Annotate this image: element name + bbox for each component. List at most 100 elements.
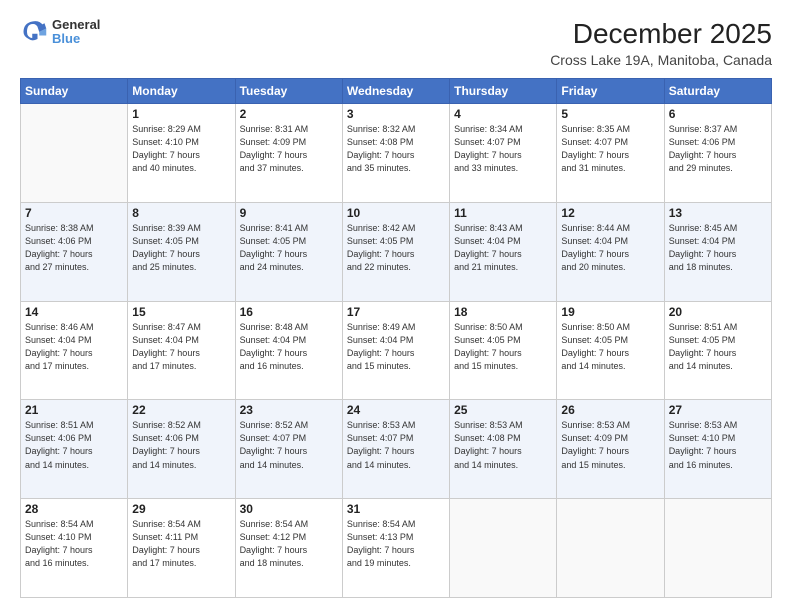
day-number: 28 (25, 502, 123, 516)
calendar-cell: 4Sunrise: 8:34 AM Sunset: 4:07 PM Daylig… (450, 104, 557, 203)
calendar-cell: 28 Sunrise: 8:54 AM Sunset: 4:10 PM Dayli… (21, 499, 128, 598)
calendar-body: 1 Sunrise: 8:29 AM Sunset: 4:10 PM Daylig… (21, 104, 772, 598)
day-info: Sunrise: 8:49 AM Sunset: 4:04 PM Dayligh… (347, 321, 445, 373)
col-header-wednesday: Wednesday (342, 79, 449, 104)
day-number: 26 (561, 403, 659, 417)
day-number: 19 (561, 305, 659, 319)
calendar-cell: 15 Sunrise: 8:47 AM Sunset: 4:04 PM Dayli… (128, 301, 235, 400)
calendar-cell: 24 Sunrise: 8:53 AM Sunset: 4:07 PM Dayli… (342, 400, 449, 499)
day-info: Sunrise: 8:41 AM Sunset: 4:05 PM Dayligh… (240, 222, 338, 274)
week-row-1: 7 Sunrise: 8:38 AM Sunset: 4:06 PM Daylig… (21, 202, 772, 301)
calendar-subtitle: Cross Lake 19A, Manitoba, Canada (550, 52, 772, 68)
calendar-cell: 13 Sunrise: 8:45 AM Sunset: 4:04 PM Dayli… (664, 202, 771, 301)
day-number: 21 (25, 403, 123, 417)
logo-text: General Blue (52, 18, 100, 47)
day-number: 25 (454, 403, 552, 417)
calendar-cell: 8 Sunrise: 8:39 AM Sunset: 4:05 PM Daylig… (128, 202, 235, 301)
day-number: 3 (347, 107, 445, 121)
day-number: 29 (132, 502, 230, 516)
day-number: 23 (240, 403, 338, 417)
day-info: Sunrise: 8:50 AM Sunset: 4:05 PM Dayligh… (561, 321, 659, 373)
day-number: 22 (132, 403, 230, 417)
day-number: 17 (347, 305, 445, 319)
day-number: 16 (240, 305, 338, 319)
calendar-cell: 22 Sunrise: 8:52 AM Sunset: 4:06 PM Dayli… (128, 400, 235, 499)
day-info: Sunrise: 8:52 AM Sunset: 4:07 PM Dayligh… (240, 419, 338, 471)
day-number: 15 (132, 305, 230, 319)
day-info: Sunrise: 8:37 AM Sunset: 4:06 PM Dayligh… (669, 123, 767, 175)
day-info: Sunrise: 8:54 AM Sunset: 4:10 PM Dayligh… (25, 518, 123, 570)
logo: General Blue (20, 18, 100, 47)
day-info: Sunrise: 8:38 AM Sunset: 4:06 PM Dayligh… (25, 222, 123, 274)
day-info: Sunrise: 8:31 AM Sunset: 4:09 PM Dayligh… (240, 123, 338, 175)
day-number: 12 (561, 206, 659, 220)
day-number: 11 (454, 206, 552, 220)
col-header-saturday: Saturday (664, 79, 771, 104)
day-info: Sunrise: 8:54 AM Sunset: 4:13 PM Dayligh… (347, 518, 445, 570)
calendar-cell: 5Sunrise: 8:35 AM Sunset: 4:07 PM Daylig… (557, 104, 664, 203)
calendar-cell (21, 104, 128, 203)
day-info: Sunrise: 8:39 AM Sunset: 4:05 PM Dayligh… (132, 222, 230, 274)
calendar-cell: 1 Sunrise: 8:29 AM Sunset: 4:10 PM Daylig… (128, 104, 235, 203)
calendar-cell: 10Sunrise: 8:42 AM Sunset: 4:05 PM Dayli… (342, 202, 449, 301)
day-info: Sunrise: 8:42 AM Sunset: 4:05 PM Dayligh… (347, 222, 445, 274)
day-number: 7 (25, 206, 123, 220)
calendar-cell (664, 499, 771, 598)
calendar-table: SundayMondayTuesdayWednesdayThursdayFrid… (20, 78, 772, 598)
day-number: 8 (132, 206, 230, 220)
logo-line1: General (52, 18, 100, 32)
day-number: 27 (669, 403, 767, 417)
day-info: Sunrise: 8:54 AM Sunset: 4:12 PM Dayligh… (240, 518, 338, 570)
calendar-cell (450, 499, 557, 598)
calendar-cell: 29Sunrise: 8:54 AM Sunset: 4:11 PM Dayli… (128, 499, 235, 598)
calendar-cell: 20Sunrise: 8:51 AM Sunset: 4:05 PM Dayli… (664, 301, 771, 400)
day-info: Sunrise: 8:53 AM Sunset: 4:09 PM Dayligh… (561, 419, 659, 471)
calendar-cell: 14Sunrise: 8:46 AM Sunset: 4:04 PM Dayli… (21, 301, 128, 400)
day-info: Sunrise: 8:32 AM Sunset: 4:08 PM Dayligh… (347, 123, 445, 175)
day-number: 20 (669, 305, 767, 319)
day-info: Sunrise: 8:53 AM Sunset: 4:07 PM Dayligh… (347, 419, 445, 471)
header: General Blue December 2025 Cross Lake 19… (20, 18, 772, 68)
day-number: 14 (25, 305, 123, 319)
week-row-2: 14Sunrise: 8:46 AM Sunset: 4:04 PM Dayli… (21, 301, 772, 400)
calendar-cell: 27 Sunrise: 8:53 AM Sunset: 4:10 PM Dayli… (664, 400, 771, 499)
title-area: December 2025 Cross Lake 19A, Manitoba, … (550, 18, 772, 68)
calendar-title: December 2025 (550, 18, 772, 50)
day-number: 2 (240, 107, 338, 121)
calendar-cell: 16 Sunrise: 8:48 AM Sunset: 4:04 PM Dayli… (235, 301, 342, 400)
calendar-cell: 31 Sunrise: 8:54 AM Sunset: 4:13 PM Dayli… (342, 499, 449, 598)
day-info: Sunrise: 8:29 AM Sunset: 4:10 PM Dayligh… (132, 123, 230, 175)
col-header-tuesday: Tuesday (235, 79, 342, 104)
week-row-3: 21Sunrise: 8:51 AM Sunset: 4:06 PM Dayli… (21, 400, 772, 499)
day-number: 18 (454, 305, 552, 319)
day-info: Sunrise: 8:48 AM Sunset: 4:04 PM Dayligh… (240, 321, 338, 373)
day-info: Sunrise: 8:34 AM Sunset: 4:07 PM Dayligh… (454, 123, 552, 175)
col-header-friday: Friday (557, 79, 664, 104)
calendar-cell: 2 Sunrise: 8:31 AM Sunset: 4:09 PM Daylig… (235, 104, 342, 203)
day-info: Sunrise: 8:53 AM Sunset: 4:10 PM Dayligh… (669, 419, 767, 471)
calendar-cell: 26 Sunrise: 8:53 AM Sunset: 4:09 PM Dayli… (557, 400, 664, 499)
day-number: 5 (561, 107, 659, 121)
calendar-cell: 30 Sunrise: 8:54 AM Sunset: 4:12 PM Dayli… (235, 499, 342, 598)
calendar-cell: 12 Sunrise: 8:44 AM Sunset: 4:04 PM Dayli… (557, 202, 664, 301)
day-number: 1 (132, 107, 230, 121)
day-info: Sunrise: 8:52 AM Sunset: 4:06 PM Dayligh… (132, 419, 230, 471)
day-info: Sunrise: 8:43 AM Sunset: 4:04 PM Dayligh… (454, 222, 552, 274)
week-row-4: 28 Sunrise: 8:54 AM Sunset: 4:10 PM Dayli… (21, 499, 772, 598)
day-info: Sunrise: 8:50 AM Sunset: 4:05 PM Dayligh… (454, 321, 552, 373)
day-number: 6 (669, 107, 767, 121)
calendar-cell: 7 Sunrise: 8:38 AM Sunset: 4:06 PM Daylig… (21, 202, 128, 301)
day-number: 13 (669, 206, 767, 220)
col-header-sunday: Sunday (21, 79, 128, 104)
calendar-cell: 17 Sunrise: 8:49 AM Sunset: 4:04 PM Dayli… (342, 301, 449, 400)
day-info: Sunrise: 8:47 AM Sunset: 4:04 PM Dayligh… (132, 321, 230, 373)
calendar-cell: 3 Sunrise: 8:32 AM Sunset: 4:08 PM Daylig… (342, 104, 449, 203)
day-number: 30 (240, 502, 338, 516)
day-info: Sunrise: 8:44 AM Sunset: 4:04 PM Dayligh… (561, 222, 659, 274)
day-info: Sunrise: 8:45 AM Sunset: 4:04 PM Dayligh… (669, 222, 767, 274)
day-number: 31 (347, 502, 445, 516)
day-number: 24 (347, 403, 445, 417)
header-row: SundayMondayTuesdayWednesdayThursdayFrid… (21, 79, 772, 104)
page: General Blue December 2025 Cross Lake 19… (0, 0, 792, 612)
day-number: 9 (240, 206, 338, 220)
